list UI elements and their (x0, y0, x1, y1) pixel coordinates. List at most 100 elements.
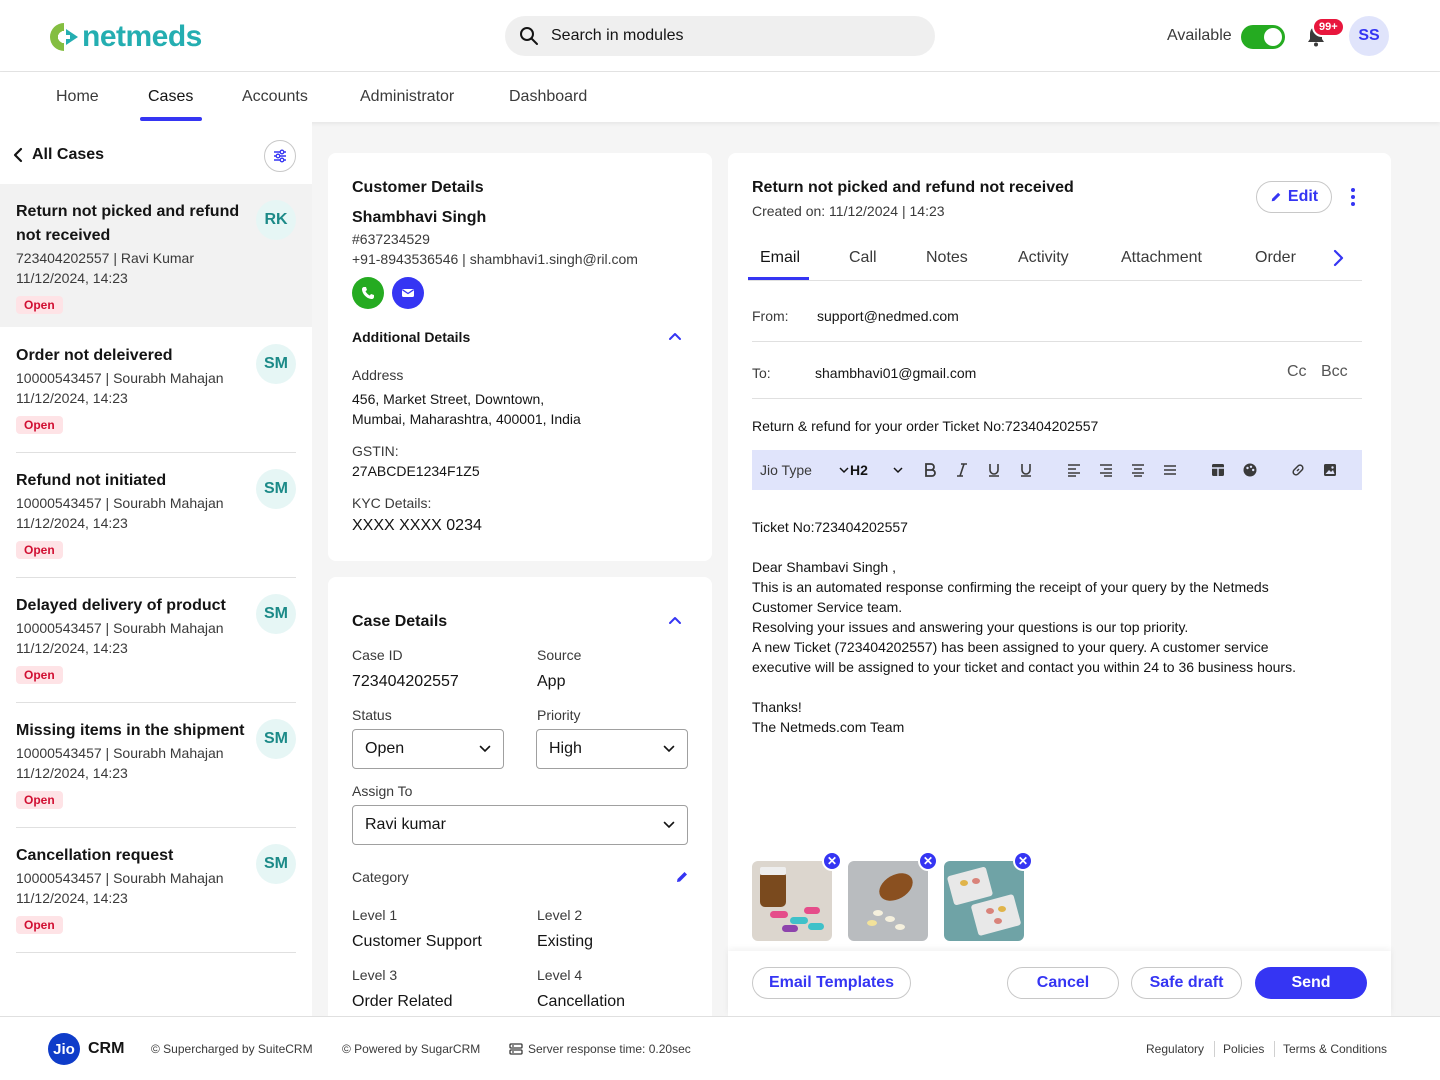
remove-attachment-button[interactable]: ✕ (918, 851, 938, 871)
nav-accounts[interactable]: Accounts (242, 88, 308, 106)
font-select[interactable]: Jio Type (760, 462, 812, 478)
gstin-label: GSTIN: (352, 443, 399, 459)
additional-details-heading: Additional Details (352, 329, 471, 345)
tab-notes[interactable]: Notes (926, 249, 968, 267)
palette-icon[interactable] (1242, 462, 1258, 478)
remove-attachment-button[interactable]: ✕ (1013, 851, 1033, 871)
nav-administrator[interactable]: Administrator (360, 88, 454, 106)
assign-select[interactable]: Ravi kumar (352, 805, 688, 845)
all-cases-title: All Cases (32, 146, 105, 163)
tab-order[interactable]: Order (1255, 249, 1296, 267)
nav-dashboard[interactable]: Dashboard (509, 88, 587, 106)
link-icon[interactable] (1290, 462, 1306, 478)
more-vertical-icon[interactable] (1350, 187, 1356, 207)
priority-label: Priority (537, 707, 581, 723)
server-icon (509, 1043, 523, 1055)
table-icon[interactable] (1210, 462, 1226, 478)
search-input[interactable]: Search in modules (505, 16, 935, 56)
bcc-button[interactable]: Bcc (1321, 363, 1348, 381)
footer-link-policies[interactable]: Policies (1223, 1042, 1264, 1056)
body-line: Customer Service team. (752, 599, 903, 615)
case-list-item[interactable]: Refund not initiated 10000543457 | Soura… (0, 453, 312, 577)
email-templates-button[interactable]: Email Templates (752, 967, 911, 999)
edit-button[interactable]: Edit (1256, 181, 1332, 213)
assign-select-value: Ravi kumar (365, 816, 446, 833)
body-line: executive will be assigned to your ticke… (752, 659, 1296, 675)
case-details-heading: Case Details (352, 613, 448, 630)
save-draft-button[interactable]: Safe draft (1131, 967, 1242, 999)
status-label: Status (352, 707, 392, 723)
nav-home[interactable]: Home (56, 88, 99, 106)
notification-badge: 99+ (1312, 17, 1345, 37)
address-line-2: Mumbai, Maharashtra, 400001, India (352, 411, 581, 427)
attachment-thumbnail[interactable] (944, 861, 1024, 941)
user-avatar[interactable]: SS (1349, 16, 1389, 56)
image-icon[interactable] (1322, 462, 1338, 478)
case-meta: 10000543457 | Sourabh Mahajan (16, 870, 224, 886)
netmeds-logo[interactable]: netmeds (48, 20, 202, 54)
status-select[interactable]: Open (352, 729, 504, 769)
bold-icon[interactable] (922, 462, 938, 478)
level2-label: Level 2 (537, 907, 583, 923)
customer-contact: +91-8943536546 | shambhavi1.singh@ril.co… (352, 251, 638, 267)
strikethrough-icon[interactable] (1018, 462, 1034, 478)
divider (752, 341, 1362, 342)
level1-value: Customer Support (352, 933, 482, 950)
remove-attachment-button[interactable]: ✕ (822, 851, 842, 871)
supercharged-text: © Supercharged by SuiteCRM (151, 1042, 313, 1056)
nav-cases[interactable]: Cases (148, 88, 193, 106)
customer-details-heading: Customer Details (352, 179, 484, 196)
align-center-icon[interactable] (1130, 462, 1146, 478)
level4-value: Cancellation (537, 993, 626, 1010)
align-left-icon[interactable] (1066, 462, 1082, 478)
jio-logo: Jio (48, 1033, 80, 1065)
call-button[interactable] (352, 277, 384, 309)
case-list-item[interactable]: Missing items in the shipment 1000054345… (0, 703, 312, 827)
netmeds-logo-icon (50, 23, 78, 51)
to-field[interactable]: shambhavi01@gmail.com (815, 365, 976, 381)
case-list-item[interactable]: Delayed delivery of product 10000543457 … (0, 578, 312, 702)
heading-select[interactable]: H2 (850, 462, 868, 478)
footer-link-regulatory[interactable]: Regulatory (1146, 1042, 1204, 1056)
email-body[interactable]: Ticket No:723404202557 Dear Shambavi Sin… (752, 517, 1352, 737)
case-title: Order not deleivered (16, 347, 173, 364)
cancel-button[interactable]: Cancel (1007, 967, 1119, 999)
attachment-thumbnail[interactable] (752, 861, 832, 941)
footer-link-terms[interactable]: Terms & Conditions (1283, 1042, 1387, 1056)
top-bar: netmeds Search in modules Available 99+ … (0, 0, 1440, 72)
cc-button[interactable]: Cc (1287, 363, 1307, 381)
avatar: SM (256, 469, 296, 509)
chevron-left-icon[interactable] (12, 147, 24, 163)
align-right-icon[interactable] (1098, 462, 1114, 478)
case-list-item[interactable]: Order not deleivered 10000543457 | Soura… (0, 328, 312, 452)
filter-button[interactable] (264, 140, 296, 172)
email-button[interactable] (392, 277, 424, 309)
underline-icon[interactable] (986, 462, 1002, 478)
pencil-icon (1271, 192, 1281, 202)
divider (752, 398, 1362, 399)
send-button[interactable]: Send (1255, 967, 1367, 999)
case-meta: 10000543457 | Sourabh Mahajan (16, 495, 224, 511)
to-label: To: (752, 365, 771, 381)
attachment-thumbnail[interactable] (848, 861, 928, 941)
case-list-item[interactable]: Cancellation request 10000543457 | Soura… (0, 828, 312, 952)
tab-email[interactable]: Email (760, 249, 800, 267)
case-id-value: 723404202557 (352, 673, 459, 690)
tab-call[interactable]: Call (849, 249, 877, 267)
chevron-right-icon[interactable] (1332, 249, 1344, 267)
availability-toggle[interactable] (1241, 25, 1285, 49)
server-response-text: Server response time: 0.20sec (528, 1042, 691, 1056)
chevron-up-icon[interactable] (668, 331, 682, 341)
pencil-icon[interactable] (675, 870, 689, 884)
tab-attachment[interactable]: Attachment (1121, 249, 1202, 267)
align-justify-icon[interactable] (1162, 462, 1178, 478)
status-badge: Open (16, 666, 63, 684)
priority-select[interactable]: High (536, 729, 688, 769)
chevron-up-icon[interactable] (668, 615, 682, 625)
all-cases-header[interactable]: All Cases (12, 146, 104, 164)
case-list-item[interactable]: Return not picked and refund not receive… (0, 184, 312, 327)
italic-icon[interactable] (954, 462, 970, 478)
tab-activity[interactable]: Activity (1018, 249, 1069, 267)
email-subject[interactable]: Return & refund for your order Ticket No… (752, 418, 1098, 434)
divider (16, 952, 296, 953)
